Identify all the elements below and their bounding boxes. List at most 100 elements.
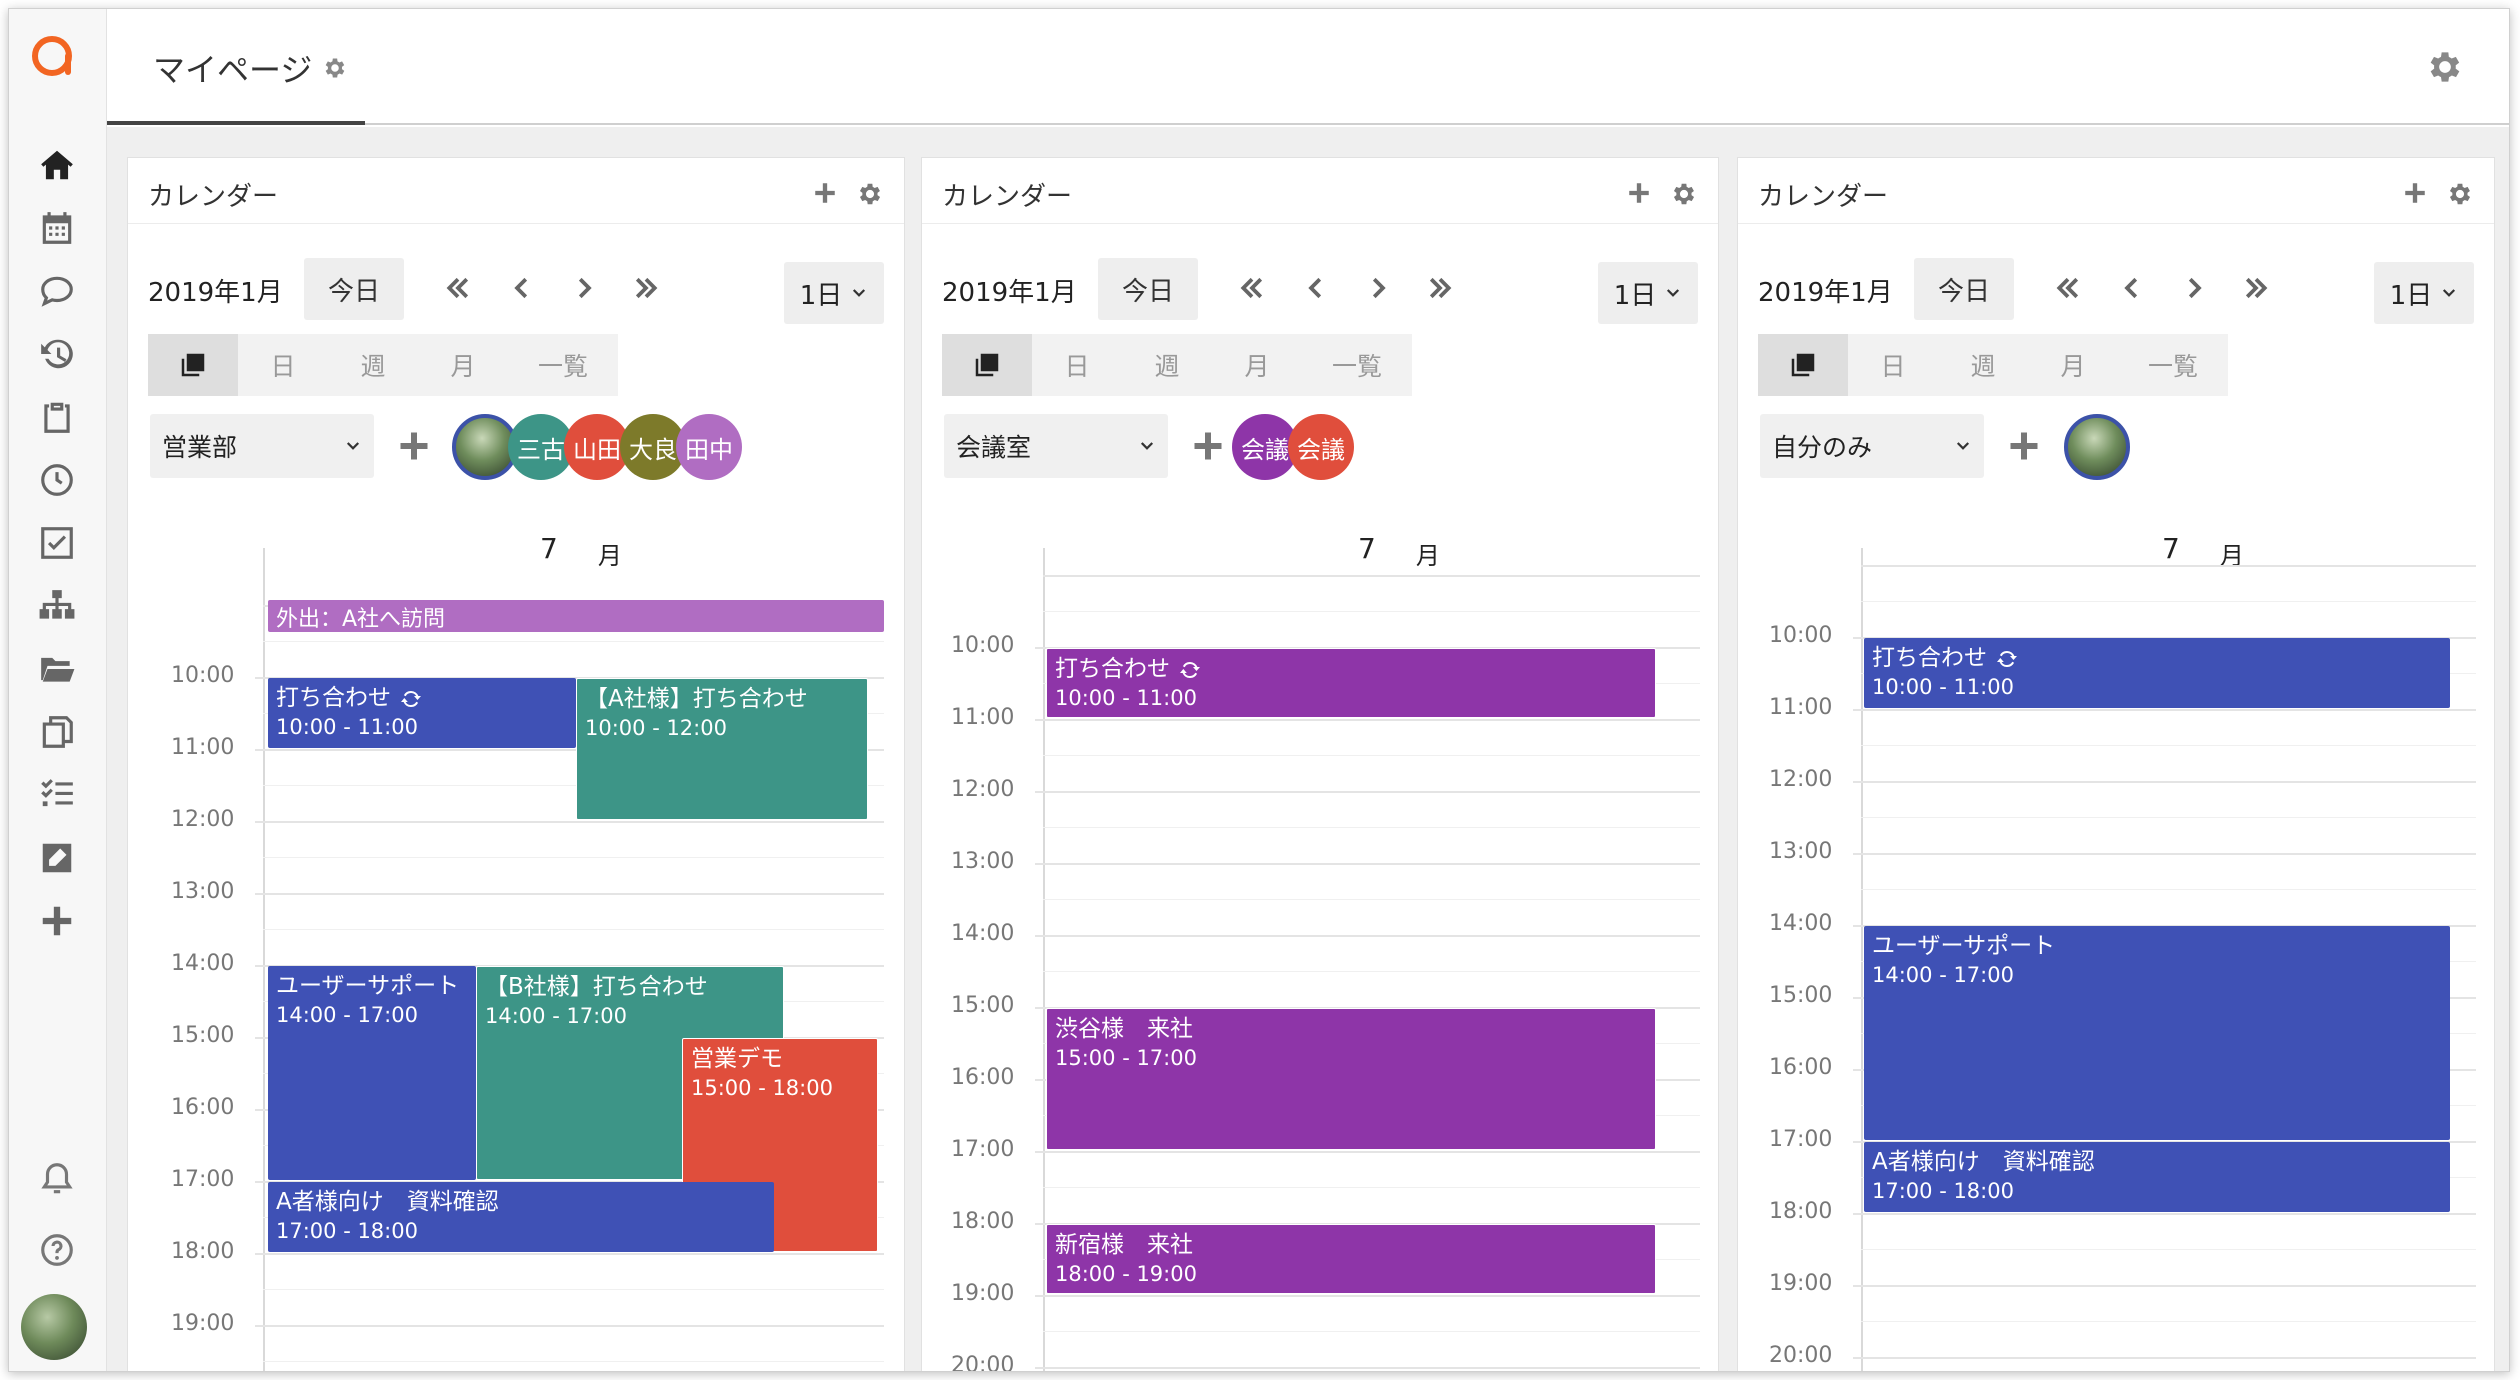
panel-header: カレンダー — [922, 158, 1718, 224]
add-event-plus-icon[interactable] — [2402, 180, 2428, 206]
add-member-plus-icon[interactable] — [1190, 428, 1226, 464]
sidebar-item-organization[interactable] — [22, 580, 92, 632]
chevron-down-icon — [1954, 437, 1972, 455]
calendar-event[interactable]: 【A社様】打ち合わせ 10:00 - 12:00 — [576, 678, 868, 820]
view-multi-button[interactable] — [148, 334, 238, 396]
sidebar-item-home[interactable] — [22, 139, 92, 191]
hour-label: 12:00 — [171, 807, 235, 832]
view-list-button[interactable]: 一覧 — [2118, 334, 2228, 396]
prev-week-button[interactable] — [2048, 268, 2088, 308]
prev-day-button[interactable] — [502, 268, 542, 308]
prev-week-button[interactable] — [1232, 268, 1272, 308]
panel-settings-gear-icon[interactable] — [2446, 180, 2474, 208]
all-day-event[interactable]: 外出：A社へ訪問 — [268, 600, 884, 632]
group-select[interactable]: 会議室 — [944, 414, 1168, 478]
sidebar-item-history[interactable] — [22, 328, 92, 380]
add-member-plus-icon[interactable] — [396, 428, 432, 464]
event-time: 10:00 - 11:00 — [1055, 686, 1197, 710]
next-day-button[interactable] — [564, 268, 604, 308]
add-member-plus-icon[interactable] — [2006, 428, 2042, 464]
notifications-button[interactable] — [22, 1153, 92, 1205]
help-button[interactable] — [22, 1224, 92, 1276]
view-month-button[interactable]: 月 — [1212, 334, 1302, 396]
view-list-button[interactable]: 一覧 — [1302, 334, 1412, 396]
view-switcher: 日 週 月 一覧 — [148, 334, 618, 396]
multi-calendar-icon — [178, 350, 208, 380]
sidebar-item-tasks[interactable] — [22, 517, 92, 569]
calendar-event[interactable]: 打ち合わせ 10:00 - 11:00 — [1864, 638, 2450, 708]
view-day-button[interactable]: 日 — [1032, 334, 1122, 396]
group-select[interactable]: 自分のみ — [1760, 414, 1984, 478]
edit-icon — [42, 843, 72, 873]
next-day-button[interactable] — [1358, 268, 1398, 308]
view-list-button[interactable]: 一覧 — [508, 334, 618, 396]
half-hour-line — [263, 1361, 884, 1362]
prev-week-button[interactable] — [438, 268, 478, 308]
member-avatar[interactable]: 田中 — [676, 414, 742, 480]
view-month-button[interactable]: 月 — [2028, 334, 2118, 396]
next-day-button[interactable] — [2174, 268, 2214, 308]
view-multi-button[interactable] — [942, 334, 1032, 396]
hour-line — [1035, 863, 1700, 865]
view-week-button[interactable]: 週 — [1122, 334, 1212, 396]
prev-day-button[interactable] — [2112, 268, 2152, 308]
calendar-event[interactable]: 打ち合わせ 10:00 - 11:00 — [268, 678, 576, 748]
gear-icon[interactable] — [322, 55, 348, 81]
range-select[interactable]: 1日 — [784, 262, 884, 324]
view-day-button[interactable]: 日 — [1848, 334, 1938, 396]
sidebar-item-checklist[interactable] — [22, 769, 92, 821]
group-select[interactable]: 営業部 — [150, 414, 374, 478]
calendar-event[interactable]: A者様向け 資料確認 17:00 - 18:00 — [268, 1182, 774, 1252]
sidebar-item-calendar[interactable] — [22, 202, 92, 254]
chevron-down-icon — [850, 284, 868, 302]
sidebar-item-clock[interactable] — [22, 454, 92, 506]
calendar-event[interactable]: ユーザーサポート 14:00 - 17:00 — [1864, 926, 2450, 1140]
today-button[interactable]: 今日 — [1098, 258, 1198, 320]
calendar-event[interactable]: A者様向け 資料確認 17:00 - 18:00 — [1864, 1142, 2450, 1212]
sidebar-item-clipboard[interactable] — [22, 391, 92, 443]
member-avatar[interactable] — [2064, 414, 2130, 480]
tab-mypage[interactable]: マイページ — [153, 45, 348, 91]
hour-line — [1035, 1295, 1700, 1297]
hour-label: 17:00 — [951, 1137, 1015, 1162]
view-multi-button[interactable] — [1758, 334, 1848, 396]
today-button[interactable]: 今日 — [1914, 258, 2014, 320]
event-title: 営業デモ — [691, 1046, 783, 1072]
panel-settings-gear-icon[interactable] — [856, 180, 884, 208]
range-select[interactable]: 1日 — [2374, 262, 2474, 324]
calendar-event[interactable]: ユーザーサポート 14:00 - 17:00 — [268, 966, 476, 1180]
next-week-button[interactable] — [2236, 268, 2276, 308]
sidebar-item-edit[interactable] — [22, 832, 92, 884]
event-title-row: 打ち合わせ — [1055, 655, 1647, 684]
plus-icon — [38, 902, 76, 940]
add-event-plus-icon[interactable] — [812, 180, 838, 206]
sidebar-item-documents[interactable] — [22, 706, 92, 758]
settings-gear-icon[interactable] — [2425, 47, 2465, 87]
hour-line — [255, 821, 884, 823]
prev-day-button[interactable] — [1296, 268, 1336, 308]
next-week-button[interactable] — [626, 268, 666, 308]
sidebar-item-chat[interactable] — [22, 265, 92, 317]
event-time: 18:00 - 19:00 — [1055, 1262, 1197, 1286]
calendar-event[interactable]: 新宿様 来社 18:00 - 19:00 — [1046, 1224, 1656, 1294]
sidebar-item-add[interactable] — [22, 895, 92, 947]
view-day-button[interactable]: 日 — [238, 334, 328, 396]
view-week-button[interactable]: 週 — [1938, 334, 2028, 396]
group-row: 自分のみ — [1760, 414, 2474, 480]
today-button[interactable]: 今日 — [304, 258, 404, 320]
view-week-button[interactable]: 週 — [328, 334, 418, 396]
range-select[interactable]: 1日 — [1598, 262, 1698, 324]
member-avatar[interactable]: 会議 — [1288, 414, 1354, 480]
calendar-event[interactable]: 打ち合わせ 10:00 - 11:00 — [1046, 648, 1656, 718]
app-logo[interactable] — [27, 31, 79, 83]
next-week-button[interactable] — [1420, 268, 1460, 308]
panel-settings-gear-icon[interactable] — [1670, 180, 1698, 208]
user-avatar[interactable] — [21, 1294, 87, 1360]
calendar-panel-2: カレンダー 2019年1月 今日 1日 日 週 月 一覧 会議室 会議 会議 7… — [921, 157, 1719, 1371]
add-event-plus-icon[interactable] — [1626, 180, 1652, 206]
calendar-event[interactable]: 渋谷様 来社 15:00 - 17:00 — [1046, 1008, 1656, 1150]
view-month-button[interactable]: 月 — [418, 334, 508, 396]
sidebar-item-folder[interactable] — [22, 643, 92, 695]
event-time: 14:00 - 17:00 — [276, 1003, 418, 1027]
group-select-value: 自分のみ — [1772, 433, 1873, 462]
